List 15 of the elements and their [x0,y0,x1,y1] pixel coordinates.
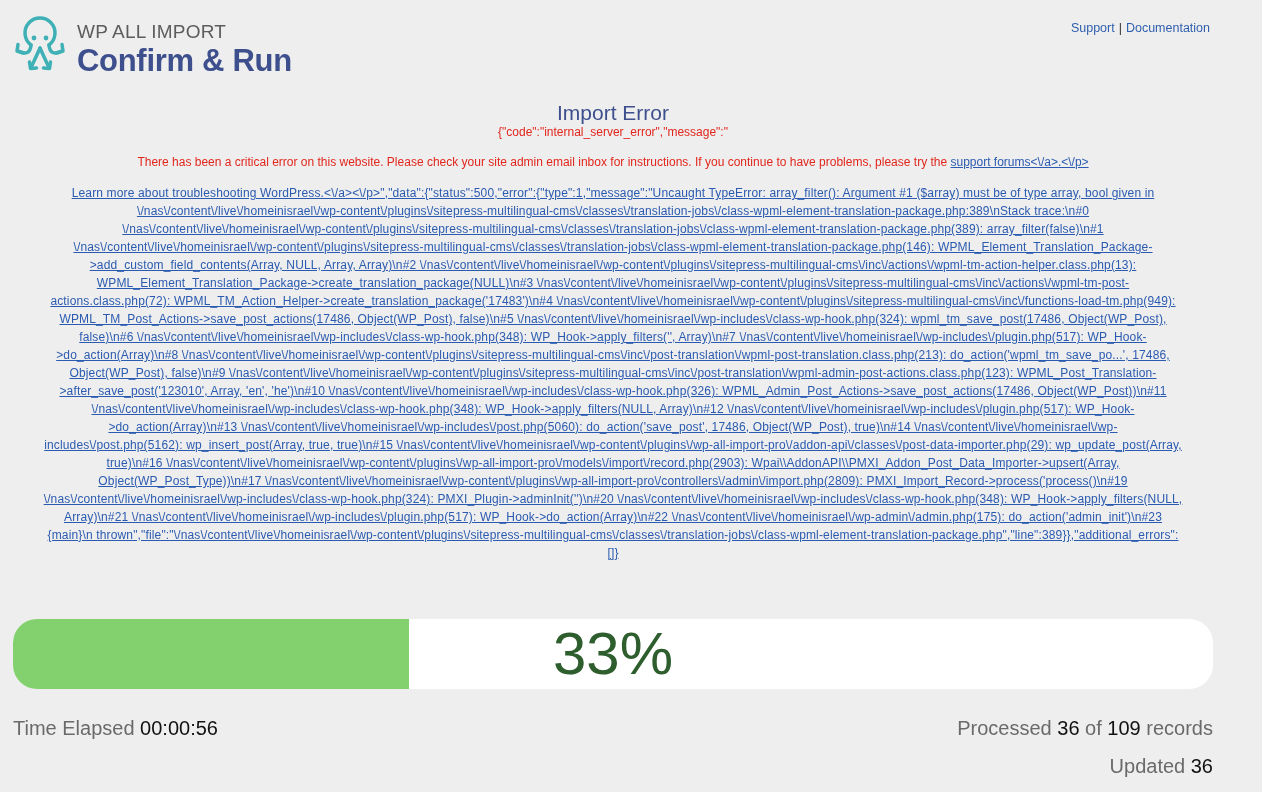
error-details-link[interactable]: Learn more about troubleshooting WordPress.<\/a><\/p>","data":{"status":500,"error":{"type":1,"message":"Uncaught TypeError: array_filter(): Argument #1 ($array) must be of type array, bool given in \/nas\/content\/live\/homeinisrael\/wp-content\/plugins\/sitepress-multilingual-cms\/classes\/translation-jobs\/class-wpml-element-translation-package.php:389\nStack trace:\n#0 \/nas\/content\/live\/homeinisrael\/wp-content\/plugins\/sitepress-multilingual-cms\/classes\/translation-jobs\/class-wpml-element-translation-package.php(389): array_filter(false)\n#1 \/nas\/content\/live\/homeinisrael\/wp-content\/plugins\/sitepress-multilingual-cms\/classes\/translation-jobs\/class-wpml-element-translation-package.php(146): WPML_Element_Translation_Package->add_custom_field_contents(Array, NULL, Array, Array)\n#2 \/nas\/content\/live\/homeinisrael\/wp-content\/plugins\/sitepress-multilingual-cms\/inc\/actions\/wpml-tm-action-helper.class.php(13): WPML_Element_Translation_Package->create_translation_package(NULL)\n#3 \/nas\/content\/live\/homeinisrael\/wp-content\/plugins\/sitepress-multilingual-cms\/inc\/actions\/wpml-tm-post-actions.class.php(72): WPML_TM_Action_Helper->create_translation_package('17483')\n#4 \/nas\/content\/live\/homeinisrael\/wp-content\/plugins\/sitepress-multilingual-cms\/inc\/functions-load-tm.php(949): WPML_TM_Post_Actions->save_post_actions(17486, Object(WP_Post), false)\n#5 \/nas\/content\/live\/homeinisrael\/wp-includes\/class-wp-hook.php(324): wpml_tm_save_post(17486, Object(WP_Post), false)\n#6 \/nas\/content\/live\/homeinisrael\/wp-includes\/class-wp-hook.php(348): WP_Hook->apply_filters('', Array)\n#7 \/nas\/content\/live\/homeinisrael\/wp-includes\/plugin.php(517): WP_Hook->do_action(Array)\n#8 \/nas\/content\/live\/homeinisrael\/wp-content\/plugins\/sitepress-multilingual-cms\/inc\/post-translation\/wpml-post-translation.class.php(213): do_action('wpml_tm_save_po...', 17486, Object(WP_Post), false)\n#9 \/nas\/content\/live\/homeinisrael\/wp-content\/plugins\/sitepress-multilingual-cms\/inc\/post-translation\/wpml-admin-post-actions.class.php(123): WPML_Post_Translation->after_save_post('123010', Array, 'en', 'he')\n#10 \/nas\/content\/live\/homeinisrael\/wp-includes\/class-wp-hook.php(326): WPML_Admin_Post_Actions->save_post_actions(17486, Object(WP_Post))\n#11 \/nas\/content\/live\/homeinisrael\/wp-includes\/class-wp-hook.php(348): WP_Hook->apply_filters(NULL, Array)\n#12 \/nas\/content\/live\/homeinisrael\/wp-includes\/plugin.php(517): WP_Hook->do_action(Array)\n#13 \/nas\/content\/live\/homeinisrael\/wp-includes\/post.php(5060): do_action('save_post', 17486, Object(WP_Post), true)\n#14 \/nas\/content\/live\/homeinisrael\/wp-includes\/post.php(5162): wp_insert_post(Array, true, true)\n#15 \/nas\/content\/live\/homeinisrael\/wp-content\/plugins\/wp-all-import-pro\/addon-api\/classes\/post-data-importer.php(29): wp_update_post(Array, true)\n#16 \/nas\/content\/live\/homeinisrael\/wp-content\/plugins\/wp-all-import-pro\/models\/import\/record.php(2903): Wpai\\AddonAPI\\PMXI_Addon_Post_Data_Importer->upsert(Array, Object(WP_Post_Type))\n#17 \/nas\/content\/live\/homeinisrael\/wp-content\/plugins\/wp-all-import-pro\/controllers\/admin\/import.php(2809): PMXI_Import_Record->process('process()\n#19 \/nas\/content\/live\/homeinisrael\/wp-includes\/class-wp-hook.php(324): PMXI_Plugin->adminInit('')\n#20 \/nas\/content\/live\/homeinisrael\/wp-includes\/class-wp-hook.php(348): WP_Hook->apply_filters(NULL, Array)\n#21 \/nas\/content\/live\/homeinisrael\/wp-includes\/plugin.php(517): WP_Hook->do_action(Array)\n#22 \/nas\/content\/live\/homeinisrael\/wp-admin\/admin.php(175): do_action('admin_init')\n#23 {main}\n thrown","file":"\/nas\/content\/live\/homeinisrael\/wp-content\/plugins\/sitepress-multilingual-cms\/classes\/translation-jobs\/class-wpml-element-translation-package.php","line":389}},"additional_errors":[]} [13,184,1213,562]
time-elapsed-text: Time Elapsed 00:00:56 [13,716,218,740]
header-link[interactable]: Documentation [1125,21,1210,36]
error-title: Import Error [557,101,669,125]
error-code-text: {"code":"internal_server_error","message":" [498,125,728,139]
page-title: Confirm & Run [77,43,292,79]
processed-records-text: Processed 36 of 109 records [957,716,1213,740]
error-message: There has been a critical error on this website. Please check your site admin email inbox for instructions. If you continue to have problems, please try the support forums<\/a>.<\/p> [137,155,1089,169]
octopus-icon [14,16,66,72]
link-separator: | [1118,21,1122,36]
progress-percentage: 33% [552,623,674,685]
support-forums-link[interactable]: support forums<\/a>.<\/p> [950,155,1089,169]
brand-name: WP ALL IMPORT [77,21,226,43]
updated-count-text: Updated 36 [1109,754,1213,778]
header-link[interactable]: Support [1070,21,1115,36]
